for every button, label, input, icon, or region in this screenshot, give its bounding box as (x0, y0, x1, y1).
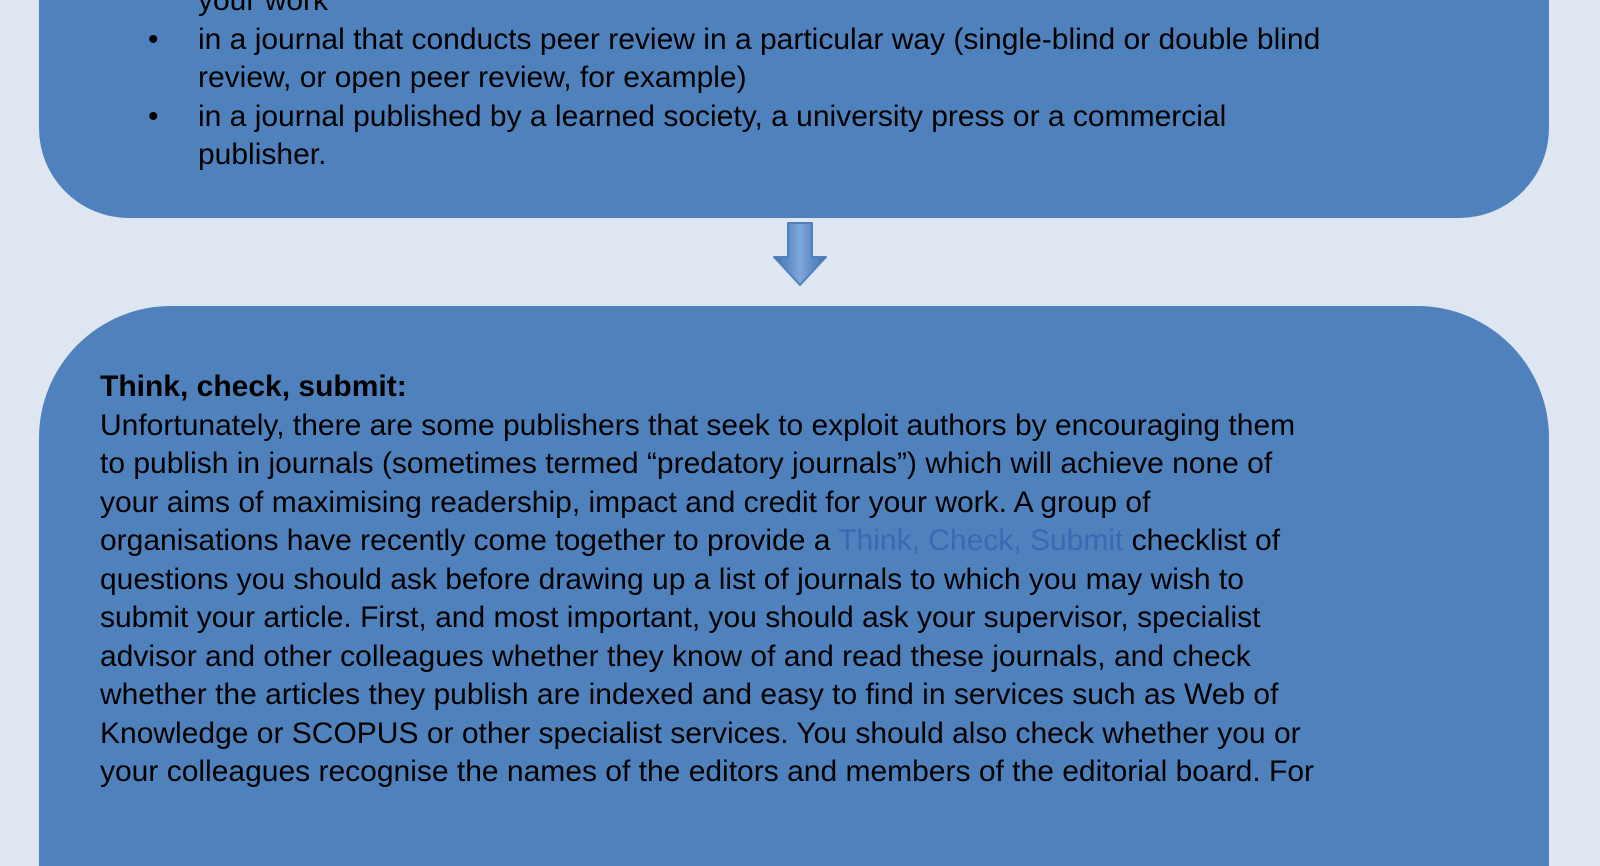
down-arrow-icon (773, 222, 827, 286)
cut-off-text-line: your work (198, 0, 329, 17)
paragraph-line: questions you should ask before drawing … (100, 562, 1244, 596)
paragraph-line-with-link: organisations have recently come togethe… (100, 522, 1540, 561)
paragraph-line: Unfortunately, there are some publishers… (100, 408, 1296, 442)
paragraph-line: your colleagues recognise the names of t… (100, 755, 1315, 788)
paragraph-line: your aims of maximising readership, impa… (100, 485, 1151, 519)
list-item-line: publisher. (198, 138, 327, 171)
list-item-line: in a journal published by a learned soci… (198, 99, 1227, 133)
list-item-line: in a journal that conducts peer review i… (198, 22, 1321, 56)
list-item: • in a journal published by a learned so… (148, 98, 1520, 175)
paragraph-line: advisor and other colleagues whether the… (100, 639, 1251, 673)
paragraph-text: organisations have recently come togethe… (100, 524, 839, 557)
bullet-list: your work • in a journal that conducts p… (148, 0, 1520, 175)
paragraph-line: submit your article. First, and most imp… (100, 601, 1261, 634)
bullet-icon: • (148, 99, 159, 133)
list-item: • in a journal that conducts peer review… (148, 21, 1520, 98)
paragraph-line: Knowledge or SCOPUS or other specialist … (100, 716, 1301, 750)
think-check-submit-section: Think, check, submit: Unfortunately, the… (100, 368, 1540, 792)
bullet-icon: • (148, 22, 159, 56)
list-item: your work (160, 0, 1520, 21)
paragraph-text: checklist of (1123, 524, 1281, 557)
paragraph-line: whether the articles they publish are in… (100, 678, 1279, 711)
section-heading: Think, check, submit: (100, 370, 407, 403)
think-check-submit-link[interactable]: Think, Check, Submit (838, 524, 1123, 557)
list-item-line: review, or open peer review, for example… (198, 61, 747, 94)
paragraph-line: to publish in journals (sometimes termed… (100, 447, 1273, 480)
